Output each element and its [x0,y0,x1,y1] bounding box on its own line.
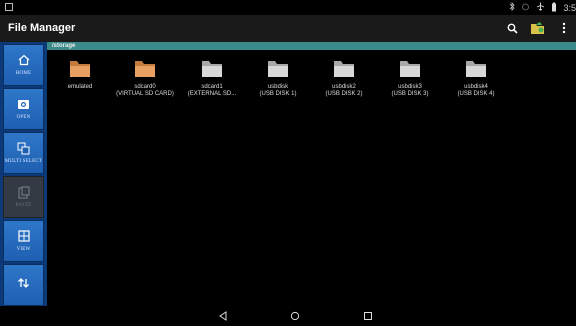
folder-icon [267,58,289,78]
status-bar: 3:5 [0,0,576,15]
navigation-bar [0,306,576,326]
folder-icon [333,58,355,78]
file-item-usbdisk4[interactable]: usbdisk4 (USB DISK 4) [436,58,516,98]
multi-select-icon [17,141,31,155]
current-path: /storage [52,43,76,49]
bluetooth-icon [509,2,516,13]
file-name: usbdisk4 [464,84,488,90]
sidebar-open-label: OPEN [16,115,31,120]
sidebar-sort-button[interactable] [3,264,44,306]
folder-icon [201,58,223,78]
battery-icon [551,2,557,14]
back-icon[interactable] [216,309,230,323]
sidebar-open-button[interactable]: OPEN [3,88,44,130]
notification-icon [5,3,13,11]
recents-icon[interactable] [361,309,375,323]
alarm-icon [521,2,530,13]
sidebar-view-button[interactable]: VIEW [3,220,44,262]
home-circle-icon[interactable] [288,309,302,323]
sidebar-multi-select-button[interactable]: MULTI SELECT [3,132,44,174]
sidebar-view-label: VIEW [16,247,31,252]
folder-icon [69,58,91,78]
sort-icon [17,276,31,290]
open-icon [17,97,31,111]
clock: 3:5 [563,2,576,13]
folder-star-icon[interactable] [530,20,546,36]
status-icons: 3:5 [509,1,576,14]
sidebar-multi-select-label: MULTI SELECT [4,159,43,164]
sidebar-paste-button[interactable]: PASTE [3,176,44,218]
title-actions [504,20,572,36]
folder-icon [134,58,156,78]
paste-icon [17,185,31,199]
app-title: File Manager [8,22,76,34]
path-bar: /storage [47,42,576,50]
search-icon[interactable] [504,20,520,36]
home-icon [17,53,31,67]
sidebar-home-label: HOME [15,71,32,76]
overflow-menu-icon[interactable] [556,20,572,36]
sidebar-paste-label: PASTE [15,203,32,208]
folder-icon [399,58,421,78]
airplane-icon [536,2,545,13]
file-detail: (USB DISK 4) [457,91,495,97]
view-icon [17,229,31,243]
sidebar-home-button[interactable]: HOME [3,44,44,86]
title-bar: File Manager [0,15,576,42]
folder-icon [465,58,487,78]
